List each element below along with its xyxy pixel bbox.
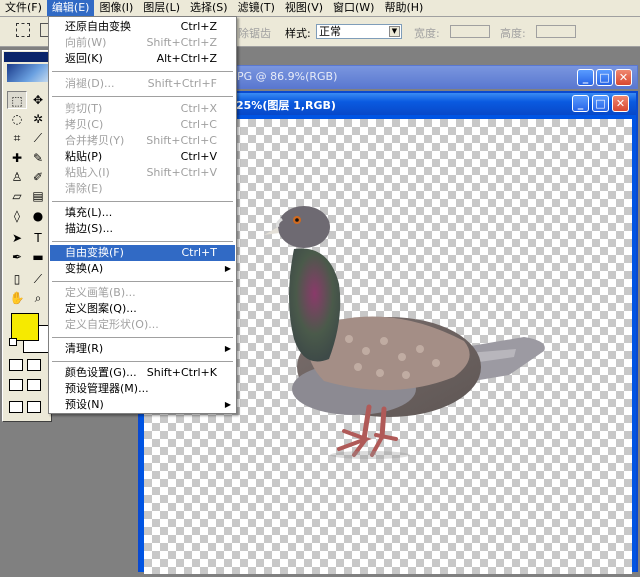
menu-item-clear[interactable]: 清除(E) bbox=[50, 181, 235, 197]
menu-view[interactable]: 视图(V) bbox=[280, 0, 328, 16]
crop-tool-icon[interactable]: ⌗ bbox=[7, 129, 27, 147]
dropdown-arrow-icon[interactable]: ▼ bbox=[389, 26, 400, 37]
screen-mode-full-icon[interactable] bbox=[27, 379, 41, 391]
shape-tool-icon[interactable]: ▬ bbox=[28, 248, 48, 266]
edit-menu: 还原自由变换 Ctrl+Z 向前(W) Shift+Ctrl+Z 返回(K) Alt+… bbox=[48, 16, 237, 414]
menu-item-preset-manager[interactable]: 预设管理器(M)... bbox=[50, 381, 235, 397]
dodge-tool-icon[interactable]: ● bbox=[28, 207, 48, 225]
type-tool-icon[interactable]: T bbox=[28, 229, 48, 247]
menu-filter[interactable]: 滤镜(T) bbox=[233, 0, 280, 16]
healing-brush-icon[interactable]: ✚ bbox=[7, 149, 27, 167]
menu-select[interactable]: 选择(S) bbox=[185, 0, 233, 16]
maximize-icon[interactable]: □ bbox=[592, 95, 609, 112]
submenu-arrow-icon: ▶ bbox=[224, 344, 231, 353]
back-window-title: PG @ 86.9%(RGB) bbox=[237, 70, 338, 83]
standard-mode-icon[interactable] bbox=[9, 359, 23, 371]
menu-item-fade[interactable]: 消褪(D)... Shift+Ctrl+F bbox=[50, 76, 235, 92]
menu-item-transform[interactable]: 变换(A) ▶ bbox=[50, 261, 235, 277]
height-field[interactable] bbox=[536, 25, 576, 38]
menu-file[interactable]: 文件(F) bbox=[0, 0, 47, 16]
menu-edit[interactable]: 编辑(E) bbox=[46, 0, 95, 16]
height-label: 高度: bbox=[500, 27, 526, 40]
toolbox: ⬚ ✥ ◌ ✲ ⌗ ⟋ ✚ ✎ ♙ ✐ ▱ ▤ ◊ ● ➤ T ✒ ▬ ▯ ⟋ … bbox=[2, 50, 52, 422]
menu-item-define-pattern[interactable]: 定义图案(Q)... bbox=[50, 301, 235, 317]
menu-image[interactable]: 图像(I) bbox=[94, 0, 138, 16]
magic-wand-icon[interactable]: ✲ bbox=[28, 110, 48, 128]
menu-separator bbox=[52, 71, 233, 72]
foreground-color-swatch[interactable] bbox=[11, 313, 39, 341]
marquee-tool-icon[interactable]: ⬚ bbox=[7, 91, 27, 109]
style-select[interactable]: 正常 ▼ bbox=[316, 24, 402, 39]
lasso-tool-icon[interactable]: ◌ bbox=[7, 110, 27, 128]
zoom-tool-icon[interactable]: ⌕ bbox=[28, 289, 48, 307]
menu-item-stroke[interactable]: 描边(S)... bbox=[50, 221, 235, 237]
menu-item-define-brush[interactable]: 定义画笔(B)... bbox=[50, 285, 235, 301]
menu-item-presets[interactable]: 预设(N) ▶ bbox=[50, 397, 235, 413]
eraser-tool-icon[interactable]: ▱ bbox=[7, 187, 27, 205]
menu-separator bbox=[52, 281, 233, 282]
menu-item-free-transform[interactable]: 自由变换(F) Ctrl+T bbox=[50, 245, 235, 261]
hand-tool-icon[interactable]: ✋ bbox=[7, 289, 27, 307]
menu-separator bbox=[52, 337, 233, 338]
stamp-tool-icon[interactable]: ♙ bbox=[7, 168, 27, 186]
menu-item-cut[interactable]: 剪切(T) Ctrl+X bbox=[50, 101, 235, 117]
menu-item-purge[interactable]: 清理(R) ▶ bbox=[50, 341, 235, 357]
style-label: 样式: bbox=[285, 27, 311, 40]
width-label: 宽度: bbox=[414, 27, 440, 40]
menu-item-copy-merged[interactable]: 合并拷贝(Y) Shift+Ctrl+C bbox=[50, 133, 235, 149]
quick-mask-icon[interactable] bbox=[27, 359, 41, 371]
menu-item-color-settings[interactable]: 颜色设置(G)... Shift+Ctrl+K bbox=[50, 365, 235, 381]
screen-mode-standard-icon[interactable] bbox=[9, 379, 23, 391]
antialias-label: 除锯齿 bbox=[238, 27, 271, 40]
minimize-icon[interactable]: _ bbox=[577, 69, 594, 86]
menu-item-fill[interactable]: 填充(L)... bbox=[50, 205, 235, 221]
pen-tool-icon[interactable]: ✒ bbox=[7, 248, 27, 266]
menu-help[interactable]: 帮助(H) bbox=[379, 0, 428, 16]
path-select-icon[interactable]: ➤ bbox=[7, 229, 27, 247]
menu-item-copy[interactable]: 拷贝(C) Ctrl+C bbox=[50, 117, 235, 133]
close-icon[interactable]: ✕ bbox=[612, 95, 629, 112]
menu-separator bbox=[52, 96, 233, 97]
screen-mode-alt-icon[interactable] bbox=[27, 401, 41, 413]
width-field[interactable] bbox=[450, 25, 490, 38]
menu-layer[interactable]: 图层(L) bbox=[138, 0, 185, 16]
minimize-icon[interactable]: _ bbox=[572, 95, 589, 112]
menu-item-undo[interactable]: 还原自由变换 Ctrl+Z bbox=[50, 19, 235, 35]
document-window-back[interactable]: PG @ 86.9%(RGB) _ □ ✕ bbox=[200, 65, 638, 89]
notes-tool-icon[interactable]: ▯ bbox=[7, 270, 27, 288]
menu-separator bbox=[52, 241, 233, 242]
default-colors-icon[interactable] bbox=[9, 338, 17, 346]
gradient-tool-icon[interactable]: ▤ bbox=[28, 187, 48, 205]
menu-window[interactable]: 窗口(W) bbox=[328, 0, 379, 16]
submenu-arrow-icon: ▶ bbox=[224, 264, 231, 273]
menu-item-define-custom-shape[interactable]: 定义自定形状(O)... bbox=[50, 317, 235, 333]
slice-tool-icon[interactable]: ⟋ bbox=[28, 129, 48, 147]
style-value: 正常 bbox=[319, 25, 341, 38]
menu-separator bbox=[52, 201, 233, 202]
maximize-icon[interactable]: □ bbox=[596, 69, 613, 86]
menu-item-paste[interactable]: 粘贴(P) Ctrl+V bbox=[50, 149, 235, 165]
blur-tool-icon[interactable]: ◊ bbox=[7, 207, 27, 225]
close-icon[interactable]: ✕ bbox=[615, 69, 632, 86]
logo-icon[interactable] bbox=[7, 64, 49, 82]
brush-tool-icon[interactable]: ✎ bbox=[28, 149, 48, 167]
eyedropper-icon[interactable]: ⟋ bbox=[28, 270, 48, 288]
move-tool-icon[interactable]: ✥ bbox=[28, 91, 48, 109]
menu-item-paste-into[interactable]: 粘贴入(I) Shift+Ctrl+V bbox=[50, 165, 235, 181]
menu-separator bbox=[52, 361, 233, 362]
front-window-title: 25%(图层 1,RGB) bbox=[236, 99, 336, 112]
menu-bar: 文件(F) 编辑(E) 图像(I) 图层(L) 选择(S) 滤镜(T) 视图(V… bbox=[0, 0, 640, 17]
history-brush-icon[interactable]: ✐ bbox=[28, 168, 48, 186]
menu-item-step-forward[interactable]: 向前(W) Shift+Ctrl+Z bbox=[50, 35, 235, 51]
toolbox-titlebar[interactable] bbox=[4, 52, 50, 62]
marquee-option-icon[interactable] bbox=[16, 23, 30, 37]
menu-item-step-backward[interactable]: 返回(K) Alt+Ctrl+Z bbox=[50, 51, 235, 67]
jump-to-imageready-icon[interactable] bbox=[9, 401, 23, 413]
submenu-arrow-icon: ▶ bbox=[224, 400, 231, 409]
